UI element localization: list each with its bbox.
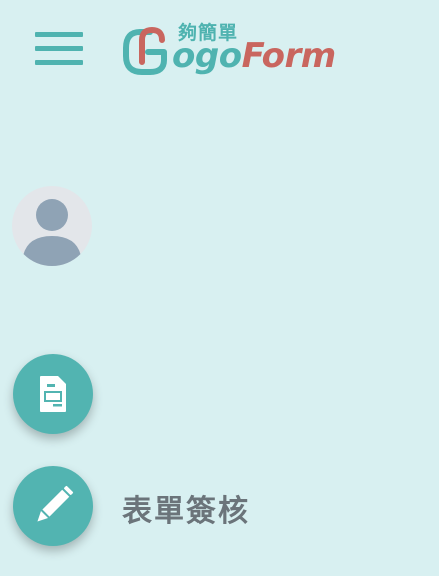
menu-bar: [35, 60, 83, 65]
user-avatar-icon: [22, 199, 82, 266]
user-avatar[interactable]: [12, 186, 92, 266]
menu-bar: [35, 32, 83, 37]
logo-wordmark-go: ogo: [172, 36, 242, 76]
menu-bar: [35, 46, 83, 51]
forms-button[interactable]: [13, 354, 93, 434]
logo-wordmark: ogoForm: [172, 36, 336, 76]
form-approval-button[interactable]: [13, 466, 93, 546]
hamburger-menu-button[interactable]: [33, 30, 83, 68]
document-icon: [40, 376, 66, 412]
logo-g-mark-icon: [123, 26, 167, 75]
form-approval-label: 表單簽核: [122, 494, 250, 529]
pencil-icon: [37, 485, 74, 522]
logo-wordmark-form: Form: [241, 36, 337, 76]
gogoform-logo: 夠簡單 ogoForm: [120, 18, 350, 82]
